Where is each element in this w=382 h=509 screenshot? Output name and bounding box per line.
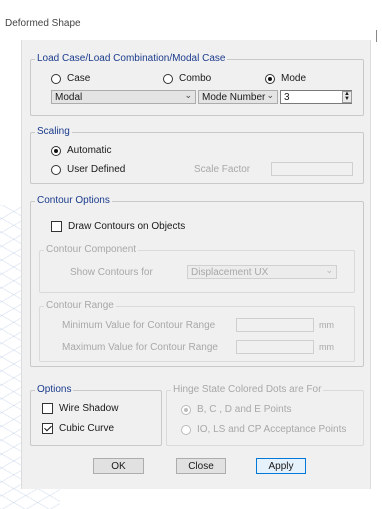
wire-shadow-checkbox[interactable] [42,403,53,414]
automatic-radio-label: Automatic [67,145,112,156]
close-button[interactable]: Close [176,458,226,474]
automatic-radio[interactable] [51,145,61,156]
cubic-curve-option[interactable]: Cubic Curve [42,423,114,434]
scale-factor-label: Scale Factor [194,164,251,175]
cubic-curve-label: Cubic Curve [59,423,115,434]
wire-shadow-label: Wire Shadow [59,403,119,414]
case-select[interactable]: Modal ⌄ [51,90,196,104]
acceptance-points-label: IO, LS and CP Acceptance Points [197,424,347,435]
hinge-state-group: Hinge State Colored Dots are For B, C , … [166,384,364,446]
scaling-group: Scaling Automatic User Defined Scale Fac… [30,126,364,184]
contour-options-legend: Contour Options [35,195,112,206]
contour-component-group: Contour Component Show Contours for Disp… [39,244,355,293]
min-value-input[interactable] [236,318,314,332]
contour-range-group: Contour Range Minimum Value for Contour … [39,300,355,362]
show-contours-label: Show Contours for [70,267,153,278]
case-radio[interactable] [51,73,61,84]
draw-contours-label: Draw Contours on Objects [68,221,186,232]
title-bar: Deformed Shape [1,0,382,42]
user-defined-radio-option[interactable]: User Defined [51,164,125,175]
options-legend: Options [35,384,74,395]
contour-range-legend: Contour Range [44,300,116,311]
draw-contours-checkbox[interactable] [51,221,62,232]
user-defined-radio-label: User Defined [67,164,126,175]
deformed-shape-dialog: Deformed Shape Load Case/Load Combinatio… [1,0,382,489]
acceptance-points-radio[interactable] [181,424,191,435]
min-unit-label: mm [319,320,334,330]
case-radio-label: Case [67,73,91,84]
mode-number-value: 3 [284,91,290,103]
spin-down-icon: ▼ [344,96,350,102]
mode-radio-option[interactable]: Mode [265,73,306,84]
scaling-legend: Scaling [35,126,72,137]
combo-radio-option[interactable]: Combo [163,73,211,84]
automatic-radio-option[interactable]: Automatic [51,145,111,156]
mode-type-select-value: Mode Number [202,91,266,103]
apply-button[interactable]: Apply [256,458,306,474]
chevron-down-icon: ⌄ [325,265,333,275]
mode-radio-label: Mode [281,73,307,84]
max-value-label: Maximum Value for Contour Range [62,342,218,353]
load-case-group: Load Case/Load Combination/Modal Case Ca… [30,53,364,116]
load-case-legend: Load Case/Load Combination/Modal Case [35,53,228,64]
bcde-points-radio[interactable] [181,404,191,415]
show-contours-value: Displacement UX [191,266,269,278]
bcde-points-label: B, C , D and E Points [197,404,292,415]
max-value-input[interactable] [236,340,314,354]
window-edge [376,30,377,42]
draw-contours-option[interactable]: Draw Contours on Objects [51,221,185,232]
options-group: Options Wire Shadow Cubic Curve [30,384,162,446]
mode-type-select[interactable]: Mode Number ⌄ [198,90,278,104]
chevron-down-icon: ⌄ [266,90,274,100]
bcde-points-option[interactable]: B, C , D and E Points [181,404,292,415]
case-radio-option[interactable]: Case [51,73,90,84]
contour-options-group: Contour Options Draw Contours on Objects… [30,195,364,367]
min-value-label: Minimum Value for Contour Range [62,320,216,331]
mode-number-spinner[interactable]: ▲ ▼ [342,91,352,103]
combo-radio-label: Combo [179,73,212,84]
cubic-curve-checkbox[interactable] [42,423,53,434]
case-select-value: Modal [55,91,83,103]
max-unit-label: mm [319,342,334,352]
wire-shadow-option[interactable]: Wire Shadow [42,403,118,414]
window-title: Deformed Shape [5,18,81,29]
combo-radio[interactable] [163,73,173,84]
acceptance-points-option[interactable]: IO, LS and CP Acceptance Points [181,424,346,435]
contour-component-legend: Contour Component [44,244,139,255]
user-defined-radio[interactable] [51,164,61,175]
ok-button[interactable]: OK [93,458,144,474]
scale-factor-input[interactable] [271,162,353,176]
show-contours-select[interactable]: Displacement UX ⌄ [187,265,337,279]
chevron-down-icon: ⌄ [184,90,192,100]
hinge-state-legend: Hinge State Colored Dots are For [171,384,324,395]
mode-radio[interactable] [265,73,275,84]
